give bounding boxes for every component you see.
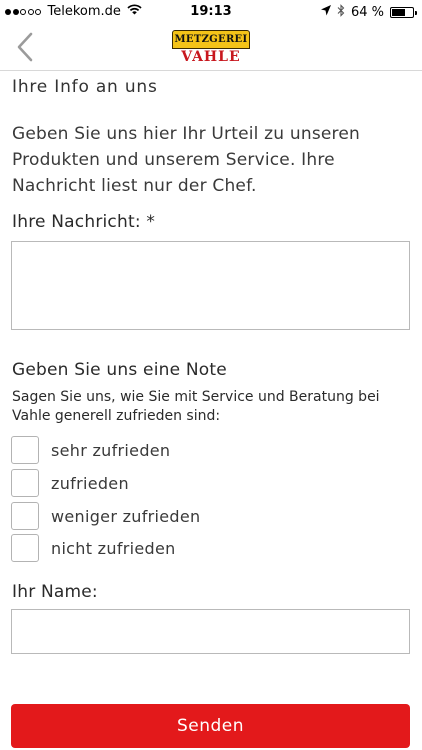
submit-button[interactable]: Senden — [11, 704, 410, 748]
checkbox[interactable] — [11, 469, 39, 497]
rating-option-weniger-zufrieden[interactable]: weniger zufrieden — [11, 502, 200, 530]
metzgerei-vahle-logo: METZGEREI VAHLE — [172, 30, 250, 66]
checkbox[interactable] — [11, 502, 39, 530]
intro-text: Geben Sie uns hier Ihr Urteil zu unseren… — [12, 121, 407, 199]
name-label: Ihr Name: — [12, 582, 98, 602]
message-label: Ihre Nachricht: * — [12, 212, 156, 232]
section-title: Ihre Info an uns — [12, 77, 158, 97]
status-right: 64 % — [315, 4, 417, 21]
name-input[interactable] — [11, 609, 410, 654]
rating-description-line: Vahle generell zufrieden sind: — [12, 408, 221, 424]
logo-bottom-text: VAHLE — [181, 49, 241, 65]
location-arrow-icon — [320, 5, 331, 20]
checkbox[interactable] — [11, 534, 39, 562]
navigation-bar: METZGEREI VAHLE — [0, 24, 422, 71]
status-bar: Telekom.de 19:13 64 % — [0, 0, 422, 24]
rating-option-zufrieden[interactable]: zufrieden — [11, 469, 129, 497]
message-textarea[interactable] — [11, 241, 410, 330]
intro-line: Produkten und unserem Service. Ihre — [12, 150, 335, 170]
intro-line: Geben Sie uns hier Ihr Urteil zu unseren — [12, 124, 360, 144]
option-label: sehr zufrieden — [51, 440, 171, 460]
rating-description: Sagen Sie uns, wie Sie mit Service und B… — [12, 388, 407, 426]
checkbox[interactable] — [11, 436, 39, 464]
chevron-left-icon — [17, 32, 33, 62]
rating-option-sehr-zufrieden[interactable]: sehr zufrieden — [11, 436, 170, 464]
battery-percent: 64 % — [350, 5, 384, 20]
option-label: zufrieden — [51, 473, 129, 493]
battery-icon — [390, 7, 417, 18]
bluetooth-icon — [337, 4, 345, 21]
option-label: nicht zufrieden — [51, 538, 176, 558]
rating-option-nicht-zufrieden[interactable]: nicht zufrieden — [11, 534, 176, 562]
intro-line: Nachricht liest nur der Chef. — [12, 176, 257, 196]
feedback-screen: Telekom.de 19:13 64 % METZGEREI VAHLE Ih… — [0, 0, 422, 750]
rating-description-line: Sagen Sie uns, wie Sie mit Service und B… — [12, 389, 380, 405]
rating-title: Geben Sie uns eine Note — [12, 360, 227, 380]
logo-top-text: METZGEREI — [172, 30, 250, 49]
option-label: weniger zufrieden — [51, 506, 201, 526]
back-button[interactable] — [10, 30, 40, 64]
